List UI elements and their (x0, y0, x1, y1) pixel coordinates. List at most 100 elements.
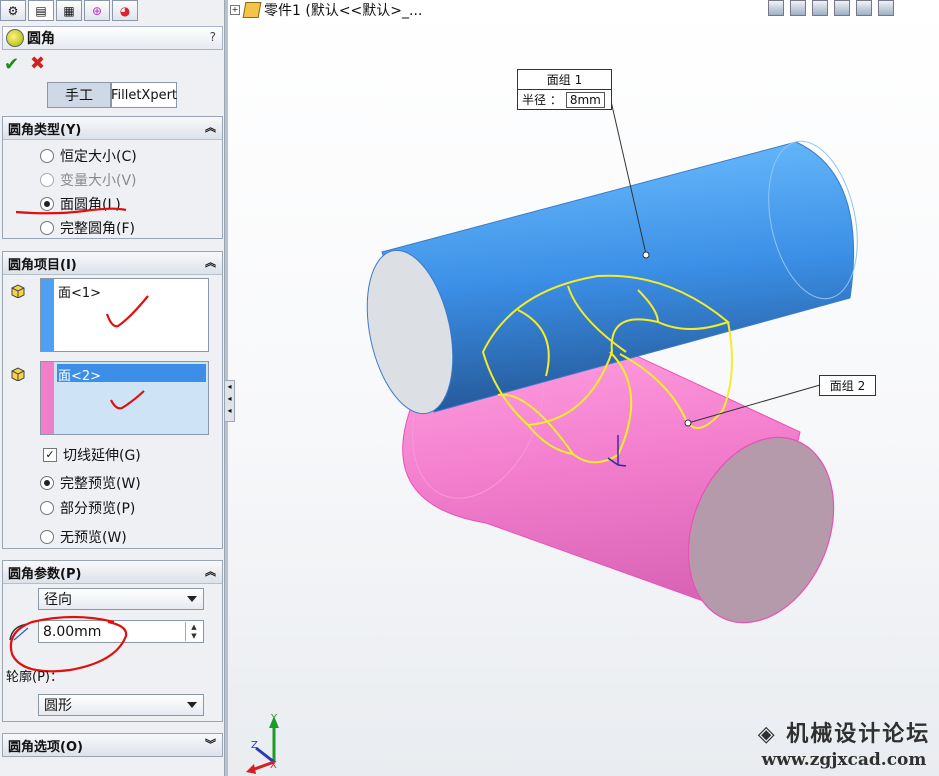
method-dropdown[interactable]: 径向 (38, 588, 204, 610)
radio-full-round[interactable]: 完整圆角(F) (40, 218, 135, 238)
zoom-to-fit-icon[interactable] (768, 0, 784, 16)
configuration-tab[interactable]: ▦ (56, 0, 82, 21)
manual-mode-button[interactable]: 手工 (47, 82, 111, 108)
callout-face-set-1[interactable]: 面组 1 半径 ： 8mm (517, 69, 612, 110)
previous-view-icon[interactable] (812, 0, 828, 16)
panel-collapse-handle[interactable]: ◂ ◂ ◂ (224, 380, 235, 422)
red-check-annotation (110, 390, 145, 410)
face-set-2-color (41, 362, 54, 434)
callout-1-key: 半径 ： (522, 93, 562, 107)
radio-partial-preview[interactable]: 部分预览(P) (40, 498, 135, 518)
collapse-icon[interactable]: ︽ (205, 254, 216, 270)
list-item[interactable]: 面<1> (58, 282, 101, 301)
face-set-2-icon (11, 367, 25, 381)
watermark-name: ◈ 机械设计论坛 (752, 716, 936, 748)
callout-face-set-2[interactable]: 面组 2 (819, 375, 876, 396)
profile-value: 圆形 (44, 698, 72, 714)
profile-dropdown[interactable]: 圆形 (38, 694, 204, 716)
color-wheel-icon: ◕ (119, 3, 131, 18)
dimxpert-tab[interactable]: ⊕ (84, 0, 110, 21)
filletxpert-mode-button[interactable]: FilletXpert (111, 82, 177, 108)
red-check-annotation (105, 295, 149, 328)
method-value: 径向 (44, 592, 72, 608)
fillet-items-header[interactable]: 圆角项目(I) ︽ (3, 252, 222, 275)
mode-switch: 手工 FilletXpert (47, 82, 177, 108)
radio-label: 变量大小(V) (60, 173, 137, 189)
radio-variable-size[interactable]: 变量大小(V) (40, 170, 137, 190)
radio-no-preview[interactable]: 无预览(W) (40, 527, 127, 547)
radio-dot (40, 501, 54, 515)
fillet-options-header[interactable]: 圆角选项(O) ︾ (3, 734, 222, 756)
feature-tree-tab[interactable]: ⚙ (0, 0, 26, 21)
chevron-down-icon (187, 702, 197, 708)
help-button[interactable]: ? (210, 30, 216, 44)
panel-title-bar: 圆角 ? (2, 26, 223, 50)
watermark-text: 机械设计论坛 (786, 721, 931, 747)
checkmark-icon: ✔ (4, 54, 20, 75)
callout-1-row: 半径 ： 8mm (518, 90, 611, 109)
section-view-icon[interactable] (834, 0, 850, 16)
expand-icon[interactable]: + (230, 5, 240, 15)
radio-dot (40, 476, 54, 490)
watermark-url: www.zgjxcad.com (761, 750, 927, 770)
part-name[interactable]: 零件1 (默认<<默认>_... (264, 0, 422, 20)
heads-up-toolbar (768, 0, 894, 16)
panel-title: 圆角 (27, 31, 55, 47)
manager-tabs: ⚙ ▤ ▦ ⊕ ◕ (0, 0, 140, 21)
radio-label: 恒定大小(C) (60, 149, 137, 165)
radio-label: 完整圆角(F) (60, 221, 135, 237)
help-icon: ? (209, 30, 216, 44)
feature-tree-flyout[interactable]: + 零件1 (默认<<默认>_... (230, 0, 422, 20)
radio-dot (40, 149, 54, 163)
stepper-down-icon[interactable]: ▼ (191, 632, 196, 640)
configuration-icon: ▦ (63, 3, 75, 18)
fillet-options-group: 圆角选项(O) ︾ (2, 733, 223, 757)
axis-y-label: Y (271, 713, 278, 724)
radio-label: 无预览(W) (60, 530, 127, 546)
expand-icon[interactable]: ︾ (205, 736, 216, 752)
chevron-down-icon (187, 596, 197, 602)
callout-1-anchor[interactable] (642, 251, 650, 259)
fillet-items-title: 圆角项目(I) (8, 257, 77, 273)
view-orientation-icon[interactable] (856, 0, 872, 16)
ok-button[interactable]: ✔ (4, 54, 19, 75)
face-set-1-icon (11, 284, 25, 298)
graphics-viewport[interactable]: Y Z X 面组 1 半径 ： 8mm 面组 2 (228, 0, 939, 776)
collapse-icon[interactable]: ︽ (205, 563, 216, 579)
display-style-icon[interactable] (878, 0, 894, 16)
fillet-options-title: 圆角选项(O) (8, 739, 83, 755)
callout-2-title: 面组 2 (829, 379, 866, 393)
callout-2-anchor[interactable] (684, 419, 692, 427)
cancel-button[interactable]: ✖ (30, 53, 45, 74)
fillet-params-header[interactable]: 圆角参数(P) ︽ (3, 561, 222, 584)
radio-label: 部分预览(P) (60, 501, 136, 517)
radio-full-preview[interactable]: 完整预览(W) (40, 473, 141, 493)
diamond-logo-icon: ◈ (757, 721, 787, 747)
property-icon: ▤ (35, 3, 47, 18)
fillet-type-title: 圆角类型(Y) (8, 122, 82, 138)
close-icon: ✖ (30, 53, 46, 74)
axis-x-label: X (270, 760, 277, 771)
tangent-propagation-checkbox[interactable]: ✓ 切线延伸(G) (43, 445, 141, 465)
fillet-params-title: 圆角参数(P) (8, 566, 82, 582)
watermark: ◈ 机械设计论坛 www.zgjxcad.com (752, 716, 936, 770)
radio-dot (40, 530, 54, 544)
fillet-type-header[interactable]: 圆角类型(Y) ︽ (3, 117, 222, 140)
fillet-icon (6, 29, 24, 47)
radio-dot (40, 221, 54, 235)
zoom-area-icon[interactable] (790, 0, 806, 16)
profile-label: 轮廓(P)： (6, 670, 63, 685)
list-item[interactable]: 面<2> (58, 365, 101, 384)
part-icon (242, 2, 262, 18)
axis-z-label: Z (251, 740, 258, 751)
radio-constant-size[interactable]: 恒定大小(C) (40, 146, 137, 166)
checkbox-label: 切线延伸(G) (63, 448, 141, 464)
collapse-icon[interactable]: ︽ (205, 119, 216, 135)
radius-stepper[interactable]: ▲ ▼ (185, 622, 202, 641)
property-manager: ⚙ ▤ ▦ ⊕ ◕ 圆角 ? ✔ ✖ 手工 FilletXpert 圆角类型(Y… (0, 0, 225, 776)
stepper-up-icon[interactable]: ▲ (191, 623, 196, 631)
checkbox-box: ✓ (43, 448, 57, 462)
callout-1-value[interactable]: 8mm (565, 91, 605, 108)
property-manager-tab[interactable]: ▤ (28, 0, 54, 21)
display-tab[interactable]: ◕ (112, 0, 138, 21)
